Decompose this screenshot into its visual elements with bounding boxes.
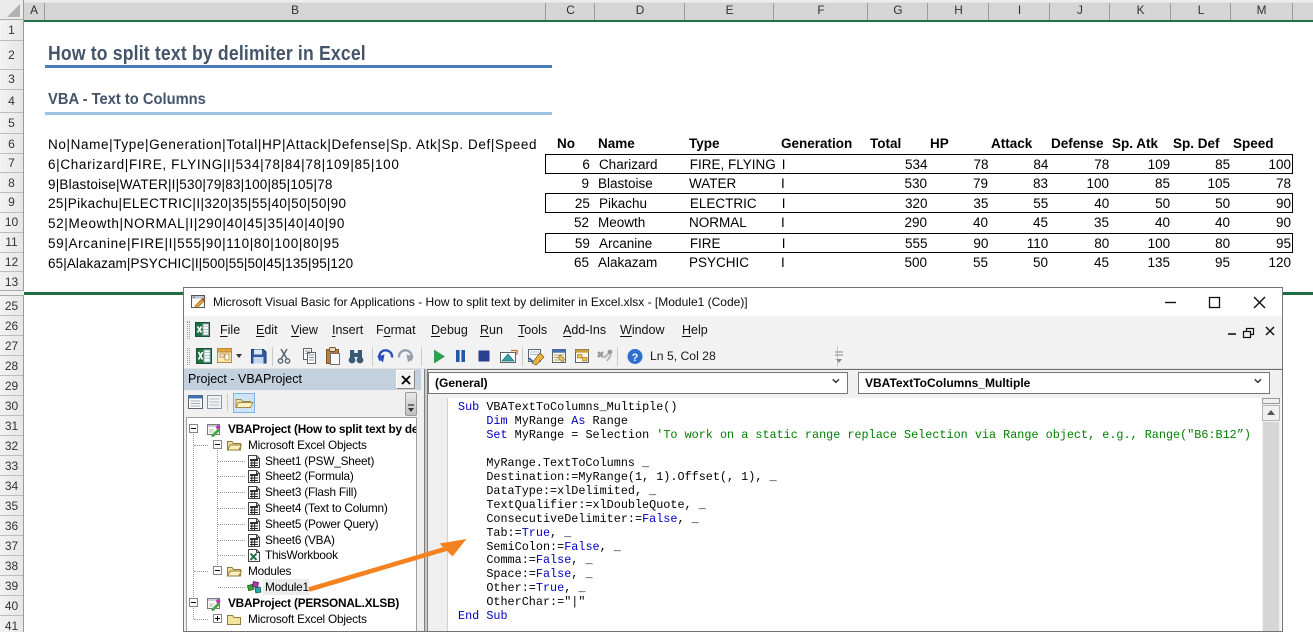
- svg-text:?: ?: [632, 352, 639, 364]
